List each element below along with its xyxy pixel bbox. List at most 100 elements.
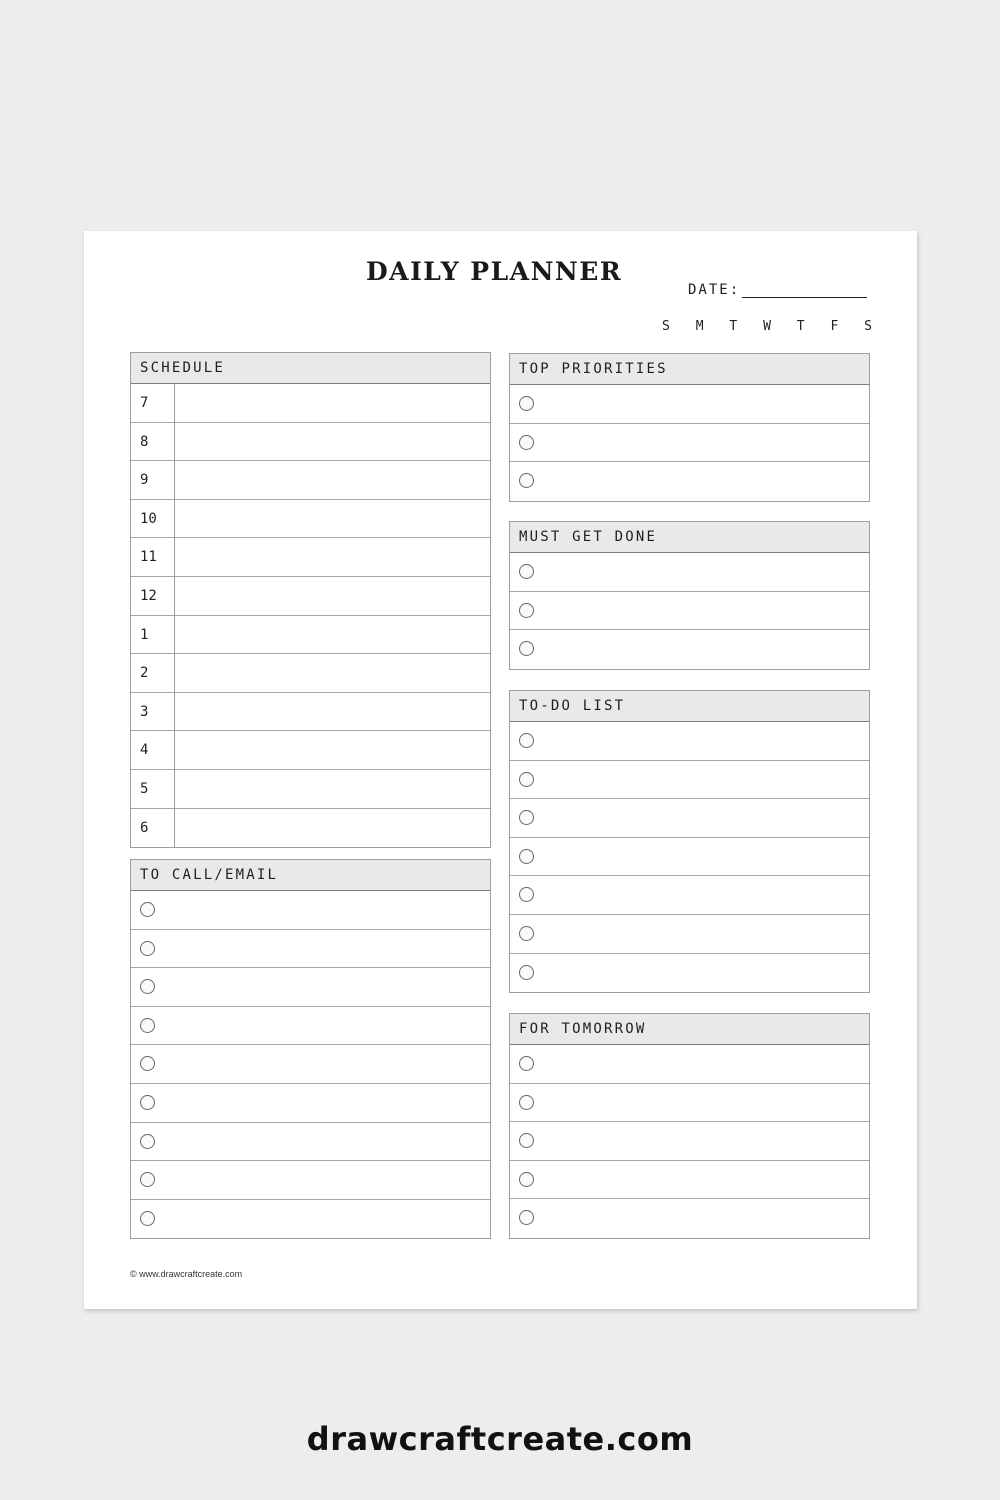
hour-label: 11	[131, 538, 175, 576]
checkbox-circle-icon[interactable]	[140, 1056, 155, 1072]
list-item[interactable]	[131, 1084, 490, 1123]
checkbox-circle-icon[interactable]	[140, 1017, 155, 1033]
list-item[interactable]	[131, 1007, 490, 1046]
list-item[interactable]	[510, 462, 869, 501]
list-item[interactable]	[510, 1122, 869, 1161]
checkbox-circle-icon[interactable]	[140, 1172, 155, 1188]
schedule-row[interactable]: 2	[131, 654, 490, 693]
list-item[interactable]	[131, 968, 490, 1007]
date-field[interactable]: DATE:	[688, 282, 868, 298]
checkbox-circle-icon[interactable]	[519, 964, 534, 980]
checkbox-circle-icon[interactable]	[519, 810, 534, 826]
day-sun[interactable]: S	[662, 319, 670, 334]
copyright-text: © www.drawcraftcreate.com	[130, 1269, 243, 1279]
schedule-row[interactable]: 12	[131, 576, 490, 616]
day-sat[interactable]: S	[864, 319, 872, 334]
schedule-row[interactable]: 11	[131, 538, 490, 577]
weekday-row: S M T W T F S	[662, 319, 872, 334]
list-item[interactable]	[510, 592, 869, 631]
section-header: MUST GET DONE	[510, 522, 869, 553]
hour-label: 9	[131, 461, 175, 499]
list-item[interactable]	[510, 630, 869, 669]
for-tomorrow-section: FOR TOMORROW	[509, 1013, 870, 1239]
checkbox-circle-icon[interactable]	[519, 733, 534, 748]
list-item[interactable]	[510, 954, 869, 993]
checkbox-circle-icon[interactable]	[519, 1094, 534, 1110]
checkbox-circle-icon[interactable]	[519, 925, 534, 941]
checkbox-circle-icon[interactable]	[519, 1171, 534, 1187]
list-item[interactable]	[510, 799, 869, 838]
list-item[interactable]	[510, 915, 869, 954]
list-item[interactable]	[510, 838, 869, 877]
checkbox-circle-icon[interactable]	[519, 887, 534, 903]
hour-label: 12	[131, 576, 175, 615]
checkbox-circle-icon[interactable]	[519, 848, 534, 864]
brand-footer: drawcraftcreate.com	[306, 1420, 694, 1458]
page-title: DAILY PLANNER	[366, 257, 623, 286]
checkbox-circle-icon[interactable]	[140, 1094, 155, 1110]
day-mon[interactable]: M	[696, 319, 704, 334]
to-call-email-section: TO CALL/EMAIL	[130, 859, 491, 1240]
checkbox-circle-icon[interactable]	[519, 641, 534, 657]
schedule-row[interactable]: 6	[131, 808, 490, 848]
list-item[interactable]	[131, 1045, 490, 1084]
checkbox-circle-icon[interactable]	[519, 434, 534, 450]
day-thu[interactable]: T	[797, 319, 805, 334]
hour-label: 1	[131, 615, 175, 654]
top-priorities-section: TOP PRIORITIES	[509, 353, 870, 502]
checkbox-circle-icon[interactable]	[140, 979, 155, 995]
section-header: TOP PRIORITIES	[510, 354, 869, 385]
list-item[interactable]	[131, 891, 490, 930]
list-item[interactable]	[131, 1123, 490, 1162]
list-item[interactable]	[510, 876, 869, 915]
must-get-done-section: MUST GET DONE	[509, 521, 870, 670]
list-item[interactable]	[510, 1199, 869, 1238]
section-header: FOR TOMORROW	[510, 1014, 869, 1045]
checkbox-circle-icon[interactable]	[519, 564, 534, 579]
hour-label: 7	[131, 384, 175, 422]
list-item[interactable]	[510, 1084, 869, 1123]
date-label: DATE:	[688, 282, 741, 298]
checkbox-circle-icon[interactable]	[519, 473, 534, 489]
list-item[interactable]	[510, 424, 869, 463]
checkbox-circle-icon[interactable]	[519, 1056, 534, 1071]
hour-label: 3	[131, 692, 175, 731]
checkbox-circle-icon[interactable]	[519, 1210, 534, 1226]
checkbox-circle-icon[interactable]	[519, 1133, 534, 1149]
hour-label: 5	[131, 769, 175, 808]
schedule-row[interactable]: 4	[131, 731, 490, 770]
list-item[interactable]	[131, 930, 490, 969]
list-item[interactable]	[510, 553, 869, 592]
hour-label: 6	[131, 808, 175, 848]
day-wed[interactable]: W	[763, 319, 771, 334]
schedule-row[interactable]: 3	[131, 692, 490, 732]
checkbox-circle-icon[interactable]	[140, 1210, 155, 1226]
date-line[interactable]	[742, 283, 868, 298]
list-item[interactable]	[510, 1161, 869, 1200]
section-header: TO-DO LIST	[510, 691, 869, 722]
list-item[interactable]	[510, 761, 869, 800]
section-header: SCHEDULE	[131, 353, 490, 384]
checkbox-circle-icon[interactable]	[519, 771, 534, 787]
schedule-row[interactable]: 8	[131, 422, 490, 462]
list-item[interactable]	[131, 1200, 490, 1239]
day-tue[interactable]: T	[729, 319, 737, 334]
list-item[interactable]	[510, 722, 869, 761]
checkbox-circle-icon[interactable]	[140, 1133, 155, 1149]
schedule-row[interactable]: 10	[131, 499, 490, 539]
schedule-row[interactable]: 7	[131, 384, 490, 423]
hour-label: 2	[131, 654, 175, 692]
schedule-row[interactable]: 5	[131, 769, 490, 809]
list-item[interactable]	[510, 385, 869, 424]
list-item[interactable]	[510, 1045, 869, 1084]
hour-label: 10	[131, 499, 175, 538]
day-fri[interactable]: F	[830, 319, 838, 334]
hour-label: 4	[131, 731, 175, 769]
checkbox-circle-icon[interactable]	[140, 902, 155, 917]
schedule-row[interactable]: 1	[131, 615, 490, 655]
schedule-row[interactable]: 9	[131, 461, 490, 500]
checkbox-circle-icon[interactable]	[519, 396, 534, 411]
checkbox-circle-icon[interactable]	[140, 940, 155, 956]
list-item[interactable]	[131, 1161, 490, 1200]
checkbox-circle-icon[interactable]	[519, 602, 534, 618]
